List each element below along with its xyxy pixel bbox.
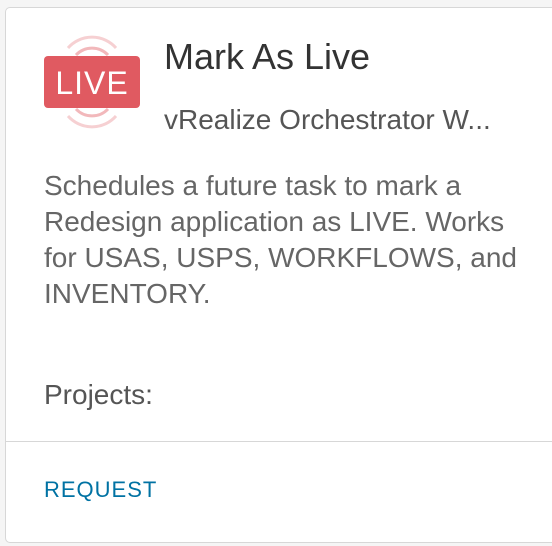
projects-label: Projects: — [44, 379, 153, 410]
card-description: Schedules a future task to mark a Redesi… — [44, 170, 518, 309]
card-header: LIVE Mark As Live vRealize Orchestrator … — [6, 8, 552, 148]
svg-text:LIVE: LIVE — [55, 65, 128, 101]
card-title: Mark As Live — [164, 36, 371, 77]
catalog-item-card: LIVE Mark As Live vRealize Orchestrator … — [5, 7, 552, 543]
card-subtitle: vRealize Orchestrator W... — [164, 104, 491, 135]
card-divider — [6, 441, 552, 442]
request-button[interactable]: REQUEST — [44, 475, 157, 505]
live-icon: LIVE — [42, 32, 142, 132]
